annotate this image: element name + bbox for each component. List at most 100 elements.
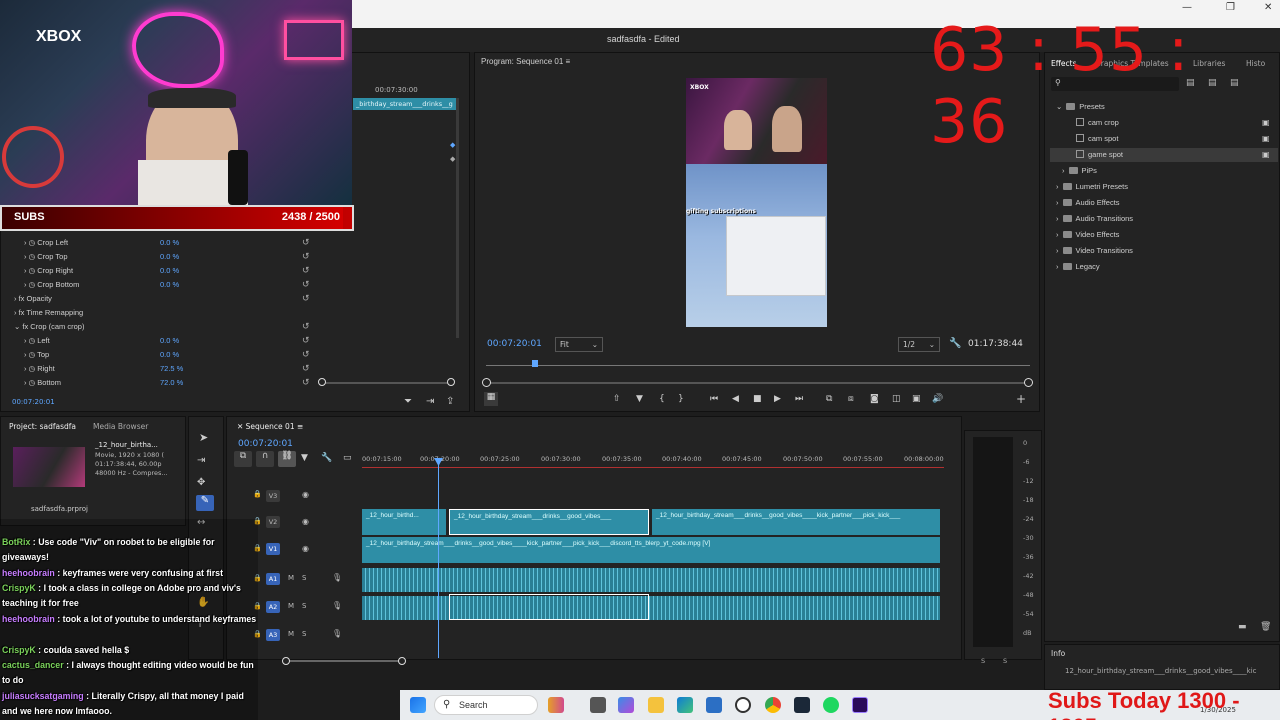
- minimize-icon[interactable]: —: [1182, 2, 1192, 13]
- windows-start-icon[interactable]: [410, 697, 426, 713]
- effect-row[interactable]: ⌄ fx Crop (cam crop) ↺: [0, 320, 460, 334]
- tab-media-browser[interactable]: Media Browser: [93, 422, 148, 431]
- source-clip[interactable]: _birthday_stream___drinks__g: [353, 98, 457, 110]
- taskbar-search[interactable]: ⚲ Search: [434, 695, 538, 715]
- steam-icon[interactable]: [794, 697, 810, 713]
- effects-tree-legacy[interactable]: › Legacy: [1056, 262, 1100, 276]
- program-video-frame[interactable]: XBOX gifting subscriptions: [686, 78, 827, 327]
- zoom-handle[interactable]: [1024, 378, 1033, 387]
- mute-icon[interactable]: M: [288, 630, 294, 638]
- step-back-icon[interactable]: ◀: [732, 394, 739, 404]
- selected-audio-clip-outline[interactable]: [449, 594, 649, 620]
- timeline-clip-v2-selected[interactable]: _12_hour_birthday_stream___drinks__good_…: [449, 509, 649, 535]
- comparison-icon[interactable]: ◫: [892, 394, 901, 404]
- effect-row[interactable]: › ◷ Crop Top 0.0 % ↺: [0, 250, 460, 264]
- tab-project[interactable]: Project: sadfasdfa: [9, 422, 76, 431]
- mark-in-icon[interactable]: {: [659, 394, 665, 404]
- effects-tree-pips[interactable]: › PiPs: [1062, 166, 1097, 180]
- timeline-clip-v1[interactable]: _12_hour_birthday_stream___drinks__good_…: [362, 537, 940, 563]
- track-v2[interactable]: V2: [266, 516, 280, 528]
- effect-row[interactable]: › ◷ Right 72.5 % ↺: [0, 362, 460, 376]
- track-select-tool-icon[interactable]: ⇥: [197, 455, 205, 466]
- program-playhead[interactable]: [532, 360, 538, 367]
- effect-row[interactable]: › ◷ Left 0.0 % ↺: [0, 334, 460, 348]
- eye-icon[interactable]: ◉: [302, 517, 309, 526]
- solo-icon[interactable]: S: [302, 602, 306, 610]
- mute-icon[interactable]: M: [288, 602, 294, 610]
- timeline-ruler[interactable]: 00:07:15:00 00:07:20:00 00:07:25:00 00:0…: [362, 455, 944, 473]
- effects-tree-video-transitions[interactable]: › Video Transitions: [1056, 246, 1133, 260]
- timeline-clip-a1[interactable]: [362, 568, 940, 592]
- timeline-playhead[interactable]: [438, 462, 439, 658]
- eye-icon[interactable]: ◉: [302, 490, 309, 499]
- settings-grid-icon[interactable]: ▦: [484, 392, 498, 406]
- effects-tree-audio-effects[interactable]: › Audio Effects: [1056, 198, 1120, 212]
- effect-row[interactable]: › ◷ Crop Right 0.0 % ↺: [0, 264, 460, 278]
- store-icon[interactable]: [706, 697, 722, 713]
- program-zoom-bar[interactable]: [486, 382, 1030, 384]
- resolution-dropdown[interactable]: 1/2 ⌄: [898, 337, 940, 352]
- new-bin-icon[interactable]: ▬: [1238, 622, 1247, 632]
- step-forward-icon[interactable]: ▶: [774, 394, 781, 404]
- snap-icon[interactable]: ∩: [256, 451, 274, 467]
- mute-icon[interactable]: M: [288, 574, 294, 582]
- effects-tree-lumetri[interactable]: › Lumetri Presets: [1056, 182, 1128, 196]
- effects-tree-audio-transitions[interactable]: › Audio Transitions: [1056, 214, 1133, 228]
- eye-icon[interactable]: ◉: [302, 544, 309, 553]
- insert-icon[interactable]: ⧉: [826, 394, 832, 404]
- premiere-pro-icon[interactable]: [852, 697, 868, 713]
- task-view-icon[interactable]: [590, 697, 606, 713]
- safe-margins-icon[interactable]: ▣: [912, 394, 921, 404]
- track-a3[interactable]: A3: [266, 629, 280, 641]
- mic-icon[interactable]: 🎙: [332, 601, 342, 610]
- timeline-clip-v2[interactable]: _12_hour_birthday_stream___drinks__good_…: [652, 509, 940, 535]
- lift-icon[interactable]: ⇧: [613, 394, 621, 404]
- fit-dropdown[interactable]: Fit ⌄: [555, 337, 603, 352]
- zoom-handle[interactable]: [482, 378, 491, 387]
- stop-icon[interactable]: ■: [753, 394, 762, 404]
- wrench-icon[interactable]: 🔧: [949, 338, 961, 349]
- add-marker-icon[interactable]: ▼: [301, 453, 308, 463]
- keyframe-icon[interactable]: ◆: [450, 141, 455, 149]
- meter-channel-label[interactable]: S: [1003, 657, 1007, 665]
- track-v1[interactable]: V1: [266, 543, 280, 555]
- go-to-out-icon[interactable]: ⏭: [795, 394, 803, 404]
- keyframe-icon[interactable]: ◆: [450, 155, 455, 163]
- scroll-handle[interactable]: [282, 657, 290, 665]
- zoom-handle[interactable]: [447, 378, 455, 386]
- volume-icon[interactable]: 🔊: [932, 394, 943, 404]
- solo-icon[interactable]: S: [302, 630, 306, 638]
- track-v3[interactable]: V3: [266, 490, 280, 502]
- ripple-tool-icon[interactable]: ✥: [197, 477, 205, 488]
- widget-icon[interactable]: [548, 697, 564, 713]
- mic-icon[interactable]: 🎙: [332, 573, 342, 582]
- program-ruler[interactable]: [486, 360, 1030, 366]
- effect-row[interactable]: › ◷ Crop Left 0.0 % ↺: [0, 236, 460, 250]
- effect-row[interactable]: › fx Time Remapping: [0, 306, 460, 320]
- clip-thumbnail[interactable]: [13, 447, 85, 487]
- timeline-clip-v2[interactable]: _12_hour_birthd...: [362, 509, 446, 535]
- maximize-icon[interactable]: ❐: [1226, 2, 1235, 13]
- solo-icon[interactable]: S: [302, 574, 306, 582]
- effect-row[interactable]: › ◷ Top 0.0 % ↺: [0, 348, 460, 362]
- selection-tool-icon[interactable]: ➤: [199, 431, 208, 444]
- export-icon[interactable]: ⇪: [446, 396, 454, 407]
- overwrite-icon[interactable]: ⧈: [848, 394, 854, 404]
- insert-nest-icon[interactable]: ⧉: [234, 451, 252, 467]
- chrome-icon[interactable]: [765, 697, 781, 713]
- effect-row[interactable]: › fx Opacity ↺: [0, 292, 460, 306]
- linked-selection-icon[interactable]: ⛓: [278, 451, 296, 467]
- timeline-scrollbar[interactable]: [286, 660, 404, 662]
- razor-tool-icon[interactable]: ✎: [196, 495, 214, 511]
- copilot-icon[interactable]: [618, 697, 634, 713]
- meter-channel-label[interactable]: S: [981, 657, 985, 665]
- file-explorer-icon[interactable]: [648, 697, 664, 713]
- xbox-app-icon[interactable]: [735, 697, 751, 713]
- add-button-icon[interactable]: +: [1016, 392, 1026, 406]
- effects-tree-video-effects[interactable]: › Video Effects: [1056, 230, 1119, 244]
- timeline-tab[interactable]: ✕ Sequence 01 ≡: [237, 422, 303, 431]
- play-only-audio-icon[interactable]: ⇥: [426, 396, 434, 407]
- zoom-slider[interactable]: [322, 382, 452, 384]
- track-a2[interactable]: A2: [266, 601, 280, 613]
- captions-icon[interactable]: ▭: [343, 453, 352, 463]
